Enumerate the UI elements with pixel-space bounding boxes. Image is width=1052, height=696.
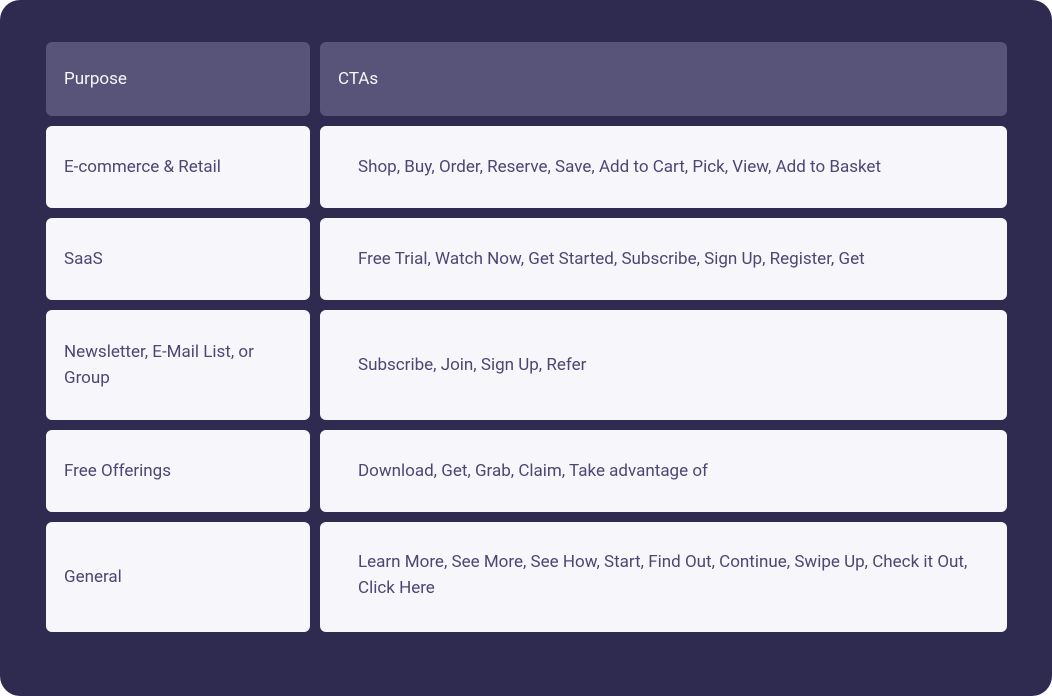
table-container: Purpose CTAs E-commerce & Retail Shop, B… — [0, 0, 1052, 696]
cta-table: Purpose CTAs E-commerce & Retail Shop, B… — [46, 42, 1007, 632]
ctas-label: Free Trial, Watch Now, Get Started, Subs… — [358, 246, 865, 272]
table-row-ctas: Download, Get, Grab, Claim, Take advanta… — [320, 430, 1007, 512]
table-row-purpose: SaaS — [46, 218, 310, 300]
ctas-label: Download, Get, Grab, Claim, Take advanta… — [358, 458, 708, 484]
purpose-label: SaaS — [64, 246, 103, 272]
ctas-label: Learn More, See More, See How, Start, Fi… — [358, 549, 969, 602]
purpose-label: E-commerce & Retail — [64, 154, 221, 180]
purpose-label: Free Offerings — [64, 458, 171, 484]
ctas-label: Subscribe, Join, Sign Up, Refer — [358, 352, 586, 378]
table-row-ctas: Learn More, See More, See How, Start, Fi… — [320, 522, 1007, 632]
table-row-purpose: General — [46, 522, 310, 632]
table-row-purpose: Newsletter, E-Mail List, or Group — [46, 310, 310, 420]
table-row-ctas: Shop, Buy, Order, Reserve, Save, Add to … — [320, 126, 1007, 208]
ctas-label: Shop, Buy, Order, Reserve, Save, Add to … — [358, 154, 881, 180]
purpose-label: General — [64, 564, 122, 590]
table-row-ctas: Free Trial, Watch Now, Get Started, Subs… — [320, 218, 1007, 300]
header-purpose: Purpose — [46, 42, 310, 116]
header-ctas-label: CTAs — [338, 69, 378, 89]
header-ctas: CTAs — [320, 42, 1007, 116]
table-row-purpose: Free Offerings — [46, 430, 310, 512]
header-purpose-label: Purpose — [64, 69, 127, 89]
table-row-purpose: E-commerce & Retail — [46, 126, 310, 208]
purpose-label: Newsletter, E-Mail List, or Group — [64, 339, 292, 392]
table-row-ctas: Subscribe, Join, Sign Up, Refer — [320, 310, 1007, 420]
